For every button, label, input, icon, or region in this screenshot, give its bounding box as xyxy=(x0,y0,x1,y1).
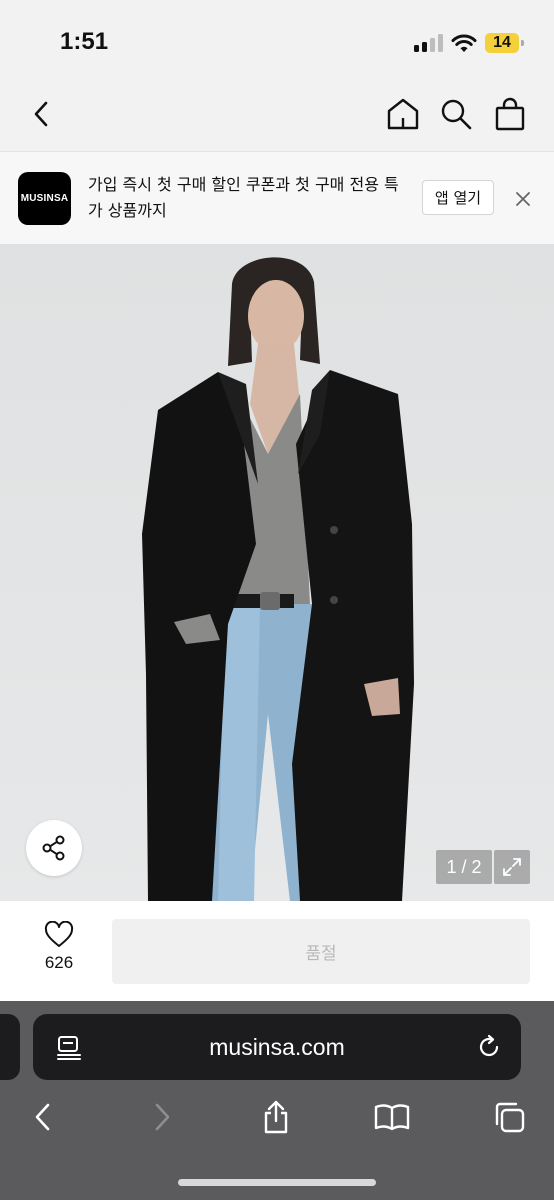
browser-forward-button[interactable] xyxy=(142,1097,182,1137)
cart-button[interactable] xyxy=(490,94,530,134)
chevron-left-icon xyxy=(35,1103,50,1131)
image-counter: 1 / 2 xyxy=(436,850,492,884)
status-bar: 1:51 14 xyxy=(0,0,554,84)
app-install-banner: MUSINSA 가입 즉시 첫 구매 할인 쿠폰과 첫 구매 전용 특가 상품까… xyxy=(0,152,554,244)
product-photo xyxy=(142,257,414,901)
logo-text: MUSINSA xyxy=(20,193,69,204)
top-navigation xyxy=(0,84,554,152)
reload-button[interactable] xyxy=(475,1033,503,1061)
banner-message: 가입 즉시 첫 구매 할인 쿠폰과 첫 구매 전용 특가 상품까지 xyxy=(88,175,399,220)
home-button[interactable] xyxy=(383,94,423,134)
share-upload-icon xyxy=(264,1100,288,1134)
status-time: 1:51 xyxy=(60,28,109,55)
search-icon xyxy=(441,99,472,130)
expand-icon xyxy=(503,858,521,876)
cellular-signal-icon xyxy=(414,34,444,52)
wifi-icon xyxy=(451,32,477,54)
home-icon xyxy=(387,98,419,130)
purchase-bar: 626 품절 xyxy=(0,901,554,1001)
banner-close-button[interactable] xyxy=(512,188,534,210)
like-button[interactable]: 626 xyxy=(30,921,88,981)
bookmarks-button[interactable] xyxy=(372,1097,412,1137)
previous-tab-peek[interactable] xyxy=(0,1014,20,1080)
battery-level: 14 xyxy=(493,34,511,51)
browser-share-button[interactable] xyxy=(256,1097,296,1137)
address-bar[interactable]: musinsa.com xyxy=(33,1014,521,1080)
soldout-button: 품절 xyxy=(112,919,530,984)
battery-indicator: 14 xyxy=(485,33,525,53)
tabs-icon xyxy=(495,1102,525,1133)
fullscreen-button[interactable] xyxy=(494,850,530,884)
chevron-left-icon xyxy=(34,101,48,127)
search-button[interactable] xyxy=(436,94,476,134)
close-icon xyxy=(516,192,530,206)
musinsa-logo: MUSINSA xyxy=(18,172,71,225)
back-button[interactable] xyxy=(22,94,62,134)
like-count: 626 xyxy=(44,953,74,972)
reload-icon xyxy=(479,1034,499,1057)
browser-toolbar: musinsa.com xyxy=(0,1001,554,1200)
shopping-bag-icon xyxy=(495,97,525,131)
browser-back-button[interactable] xyxy=(23,1097,63,1137)
home-indicator xyxy=(178,1179,376,1186)
url-text: musinsa.com xyxy=(209,1033,345,1060)
chevron-right-icon xyxy=(155,1103,170,1131)
product-image-carousel[interactable]: 1 / 2 xyxy=(0,244,554,901)
open-app-button[interactable]: 앱 열기 xyxy=(422,180,494,215)
share-button[interactable] xyxy=(26,820,82,876)
book-icon xyxy=(374,1104,410,1131)
heart-icon xyxy=(44,921,74,947)
tabs-button[interactable] xyxy=(489,1097,529,1137)
share-icon xyxy=(42,835,65,861)
